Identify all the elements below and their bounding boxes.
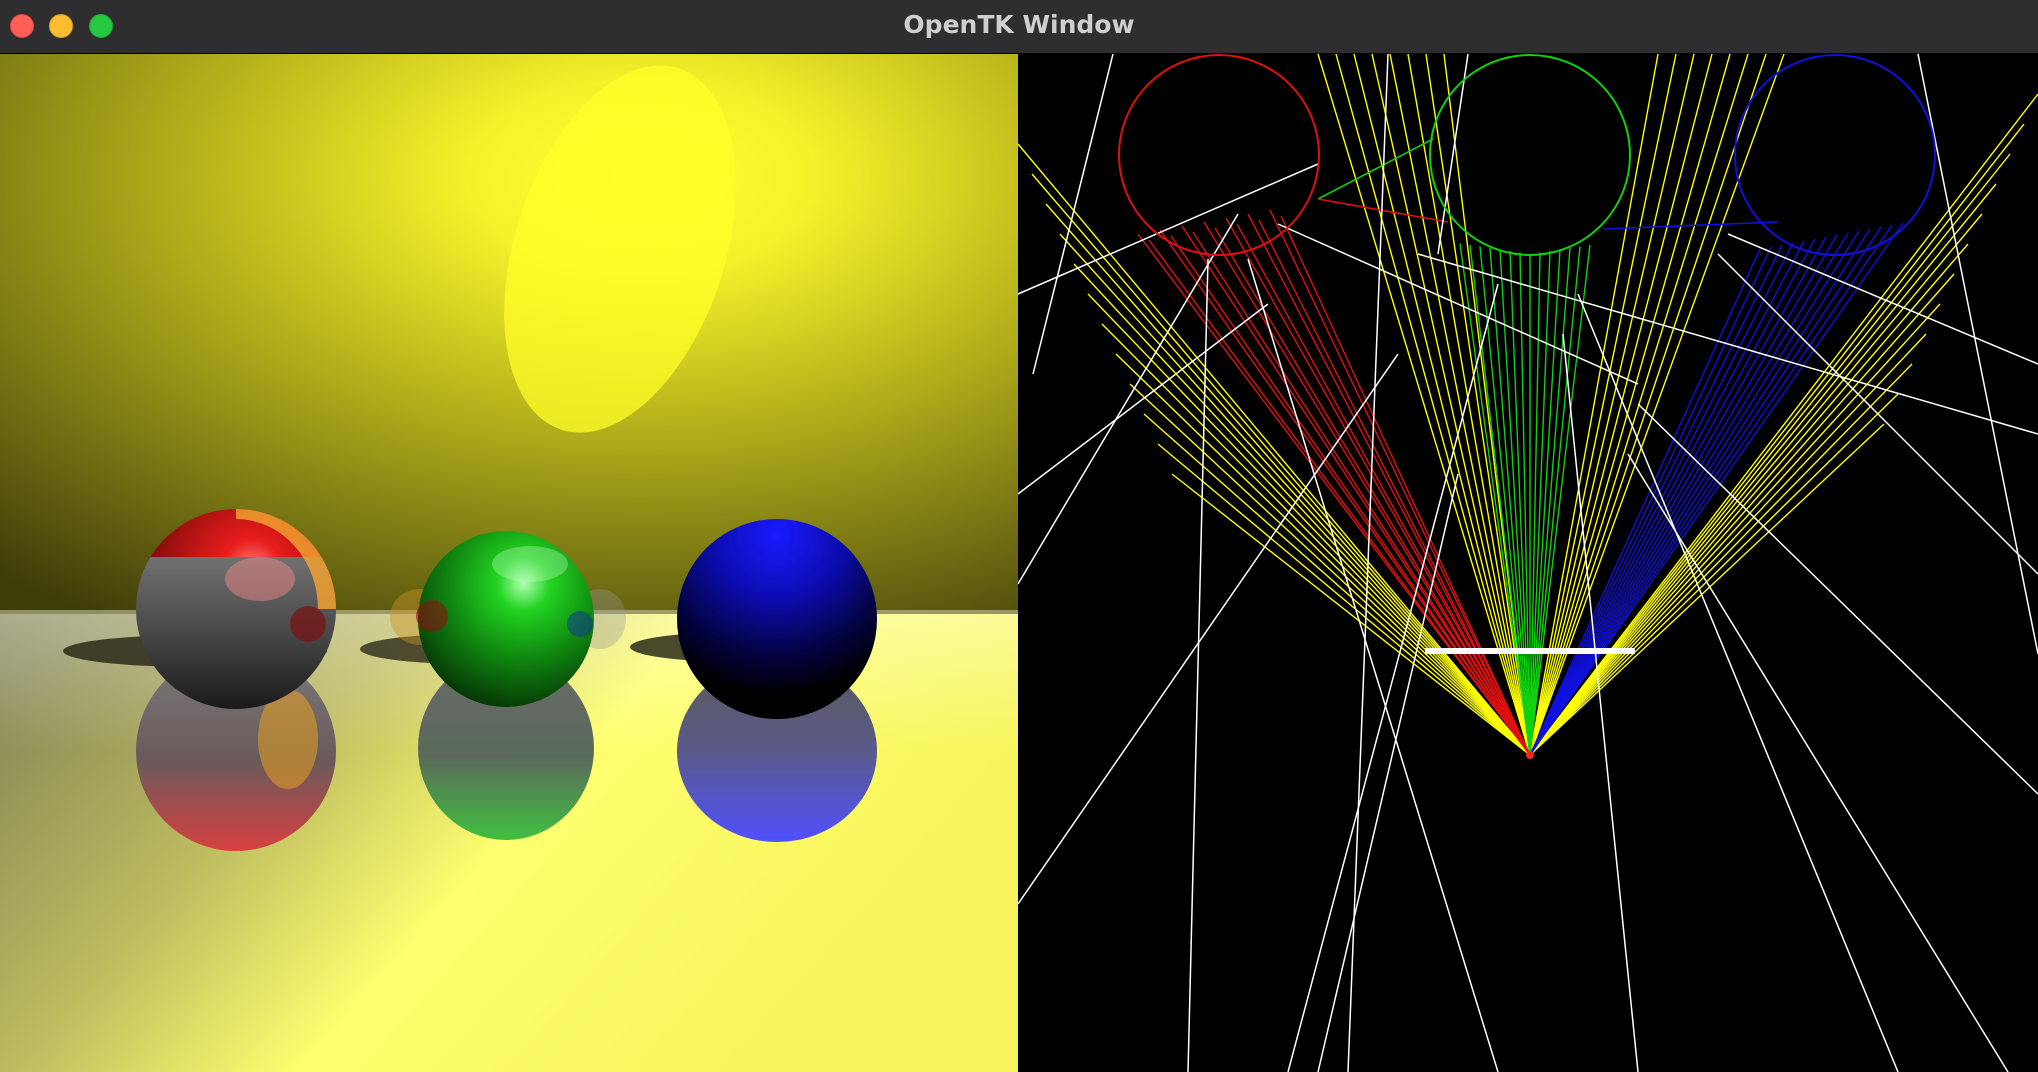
window-title: OpenTK Window — [903, 10, 1135, 39]
ray-debug-canvas — [1018, 54, 2038, 1072]
yellow-ray — [1529, 183, 1997, 756]
blue-ray — [1529, 234, 1838, 756]
green-ray — [1317, 138, 1434, 200]
white-ray — [1437, 54, 1469, 255]
blue-ray — [1529, 228, 1871, 756]
yellow-ray — [1087, 293, 1531, 756]
sphere-outline — [1734, 54, 1936, 256]
white-ray — [1247, 258, 1499, 1072]
white-ray — [1637, 403, 2038, 795]
blue-ray — [1602, 221, 1779, 230]
red-ray — [1317, 198, 1449, 223]
sphere-outline — [1429, 54, 1631, 256]
camera-point — [1526, 751, 1534, 759]
white-ray — [1187, 258, 1209, 1072]
yellow-ray — [1129, 383, 1531, 756]
app-window: OpenTK Window — [0, 0, 2038, 1072]
white-ray — [1018, 353, 1399, 905]
yellow-ray — [1059, 233, 1531, 756]
yellow-ray — [1529, 93, 2038, 756]
white-reflected-rays — [1018, 54, 2038, 1072]
sphere-outline — [1118, 54, 1320, 256]
sphere-outlines — [1118, 54, 1936, 256]
ray-debug-view[interactable] — [1018, 54, 2038, 1072]
white-ray — [1727, 233, 2038, 365]
blue-ray — [1529, 246, 1772, 756]
red-sphere — [136, 509, 336, 709]
yellow-ray — [1115, 353, 1531, 756]
yellow-ray — [1529, 393, 1899, 756]
yellow-ray — [1529, 363, 1913, 756]
screen-plane — [1425, 648, 1635, 654]
white-ray — [1032, 54, 1114, 375]
white-ray — [1277, 223, 1639, 385]
blue-ray — [1529, 242, 1794, 756]
red-ray — [1203, 221, 1531, 756]
blue-ray — [1529, 224, 1893, 756]
red-ray — [1192, 231, 1531, 756]
white-ray — [1627, 453, 2009, 1072]
raytrace-render-view[interactable] — [0, 54, 1018, 1072]
red-ray — [1247, 213, 1531, 756]
yellow-ray — [1031, 173, 1531, 756]
yellow-ray — [1529, 273, 1955, 756]
white-ray — [1917, 54, 2038, 655]
render-canvas — [0, 54, 1018, 1072]
yellow-ray — [1529, 153, 2011, 756]
title-bar[interactable]: OpenTK Window — [0, 0, 2038, 54]
blue-sphere — [677, 519, 877, 719]
white-ray — [1417, 253, 2038, 435]
